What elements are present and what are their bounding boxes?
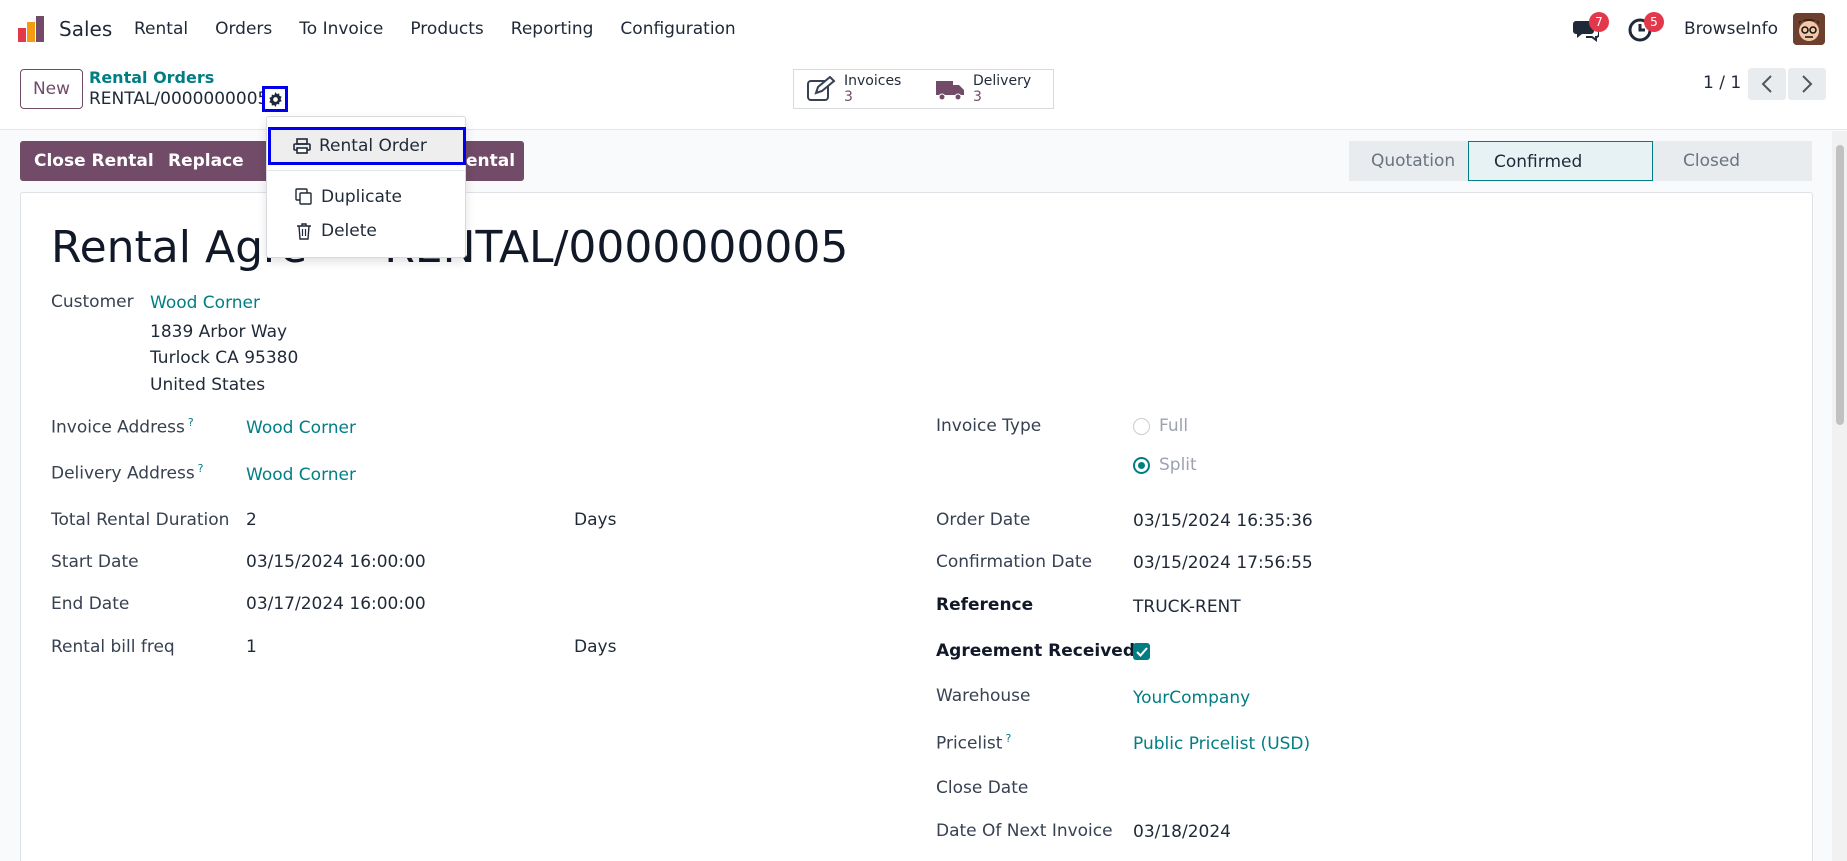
invoices-count: 3 [844, 89, 853, 105]
customer-address-line1: 1839 Arbor Way [150, 322, 288, 342]
customer-link[interactable]: Wood Corner [150, 293, 260, 313]
breadcrumb-rental-orders[interactable]: Rental Orders [89, 68, 214, 87]
menu-orders[interactable]: Orders [215, 19, 272, 39]
pricelist-value[interactable]: Public Pricelist (USD) [1133, 734, 1310, 754]
invoice-type-full-radio[interactable] [1133, 418, 1150, 435]
bill-freq-label: Rental bill freq [51, 637, 175, 657]
menu-reporting[interactable]: Reporting [511, 19, 594, 39]
close-date-label: Close Date [936, 778, 1029, 798]
new-button[interactable]: New [20, 69, 83, 109]
reference-label: Reference [936, 595, 1034, 615]
customer-address-line2: Turlock CA 95380 [150, 348, 299, 368]
order-date-value[interactable]: 03/15/2024 16:35:36 [1133, 511, 1313, 531]
agreement-received-checkbox[interactable] [1133, 643, 1150, 660]
warehouse-value[interactable]: YourCompany [1133, 688, 1250, 708]
start-date-value[interactable]: 03/15/2024 16:00:00 [246, 552, 426, 572]
messages-badge: 7 [1589, 12, 1609, 32]
delivery-label: Delivery [973, 73, 1032, 89]
duration-unit[interactable]: Days [574, 510, 616, 530]
reference-value[interactable]: TRUCK-RENT [1133, 597, 1241, 617]
sales-app-icon[interactable] [18, 16, 46, 42]
menu-divider [267, 170, 465, 171]
menu-item-delete[interactable]: Delete [267, 214, 465, 248]
copy-icon [295, 188, 312, 205]
invoices-smart-button[interactable]: Invoices 3 [793, 69, 924, 109]
invoices-label: Invoices [844, 73, 902, 89]
menu-item-label: Delete [321, 221, 377, 241]
stage-confirmed-rental[interactable]: Confirmed Rental [1468, 141, 1653, 212]
activities-badge: 5 [1644, 12, 1664, 32]
invoice-address-label-text: Invoice Address [51, 417, 185, 438]
end-date-label: End Date [51, 594, 130, 614]
pager-value[interactable]: 1 / 1 [1703, 73, 1741, 93]
order-date-label: Order Date [936, 510, 1031, 530]
truck-icon [936, 81, 964, 101]
invoice-address-value[interactable]: Wood Corner [246, 418, 356, 438]
warehouse-label: Warehouse [936, 686, 1031, 706]
status-bar: Quotation Confirmed Rental Closed Rental [1349, 141, 1812, 212]
stage-quotation[interactable]: Quotation [1349, 141, 1468, 181]
agreement-received-label: Agreement Received? [936, 641, 1145, 661]
replace-product-button[interactable]: Replace Pro [154, 141, 274, 211]
invoice-address-label: Invoice Address? [51, 416, 194, 438]
invoice-type-split-label[interactable]: Split [1159, 455, 1197, 475]
pencil-square-icon [807, 76, 836, 101]
menu-item-label: Rental Order [319, 136, 427, 156]
pager-next-button[interactable] [1788, 68, 1826, 100]
menu-item-duplicate[interactable]: Duplicate [267, 180, 465, 214]
menu-rental[interactable]: Rental [134, 19, 188, 39]
customer-label: Customer [51, 292, 134, 312]
end-date-value[interactable]: 03/17/2024 16:00:00 [246, 594, 426, 614]
print-icon [293, 138, 311, 154]
help-icon[interactable]: ? [1005, 732, 1011, 745]
help-icon[interactable]: ? [198, 462, 204, 475]
menu-item-print-rental-order[interactable]: Rental Order [268, 127, 466, 165]
gear-icon [268, 91, 282, 107]
gear-actions-button[interactable] [262, 86, 288, 112]
delivery-smart-button[interactable]: Delivery 3 [923, 69, 1054, 109]
next-invoice-date-label: Date Of Next Invoice [936, 821, 1113, 841]
third-rental-button[interactable]: ental [456, 141, 524, 181]
duration-label: Total Rental Duration [51, 510, 230, 530]
menu-item-label: Duplicate [321, 187, 402, 207]
confirmation-date-value[interactable]: 03/15/2024 17:56:55 [1133, 553, 1313, 573]
chevron-left-icon [1761, 75, 1772, 93]
breadcrumb-current-record: RENTAL/0000000005 [89, 89, 269, 109]
menu-configuration[interactable]: Configuration [620, 19, 735, 39]
menu-to-invoice[interactable]: To Invoice [299, 19, 383, 39]
stage-closed-rental[interactable]: Closed Rental [1653, 141, 1812, 211]
next-invoice-date-value[interactable]: 03/18/2024 [1133, 822, 1231, 842]
invoice-type-full-label[interactable]: Full [1159, 416, 1188, 436]
top-navbar: Sales Rental Orders To Invoice Products … [0, 0, 1847, 58]
help-icon[interactable]: ? [188, 416, 194, 429]
checkmark-icon [1135, 646, 1148, 657]
pricelist-label-text: Pricelist [936, 733, 1003, 754]
customer-address-line3: United States [150, 375, 266, 395]
trash-icon [297, 223, 311, 240]
company-name[interactable]: BrowseInfo [1684, 19, 1778, 39]
confirmation-date-label: Confirmation Date [936, 552, 1093, 572]
gear-dropdown-menu: Rental Order Duplicate Delete [266, 116, 466, 258]
app-name[interactable]: Sales [59, 17, 112, 41]
invoice-type-split-radio[interactable] [1133, 457, 1150, 474]
scrollbar-thumb[interactable] [1836, 145, 1844, 425]
duration-value[interactable]: 2 [246, 510, 257, 530]
user-avatar[interactable] [1793, 13, 1825, 45]
main-menu: Rental Orders To Invoice Products Report… [134, 19, 763, 39]
close-rental-button[interactable]: Close Rental [20, 141, 168, 181]
chevron-right-icon [1802, 75, 1813, 93]
delivery-count: 3 [973, 89, 982, 105]
delivery-address-label: Delivery Address? [51, 462, 204, 484]
pricelist-label: Pricelist? [936, 732, 1011, 754]
start-date-label: Start Date [51, 552, 139, 572]
invoice-type-label: Invoice Type [936, 416, 1042, 436]
bill-freq-unit[interactable]: Days [574, 637, 616, 657]
delivery-address-value[interactable]: Wood Corner [246, 465, 356, 485]
delivery-address-label-text: Delivery Address [51, 463, 195, 484]
pager-previous-button[interactable] [1748, 68, 1786, 100]
menu-products[interactable]: Products [410, 19, 483, 39]
form-sheet [20, 192, 1813, 861]
bill-freq-value[interactable]: 1 [246, 637, 257, 657]
